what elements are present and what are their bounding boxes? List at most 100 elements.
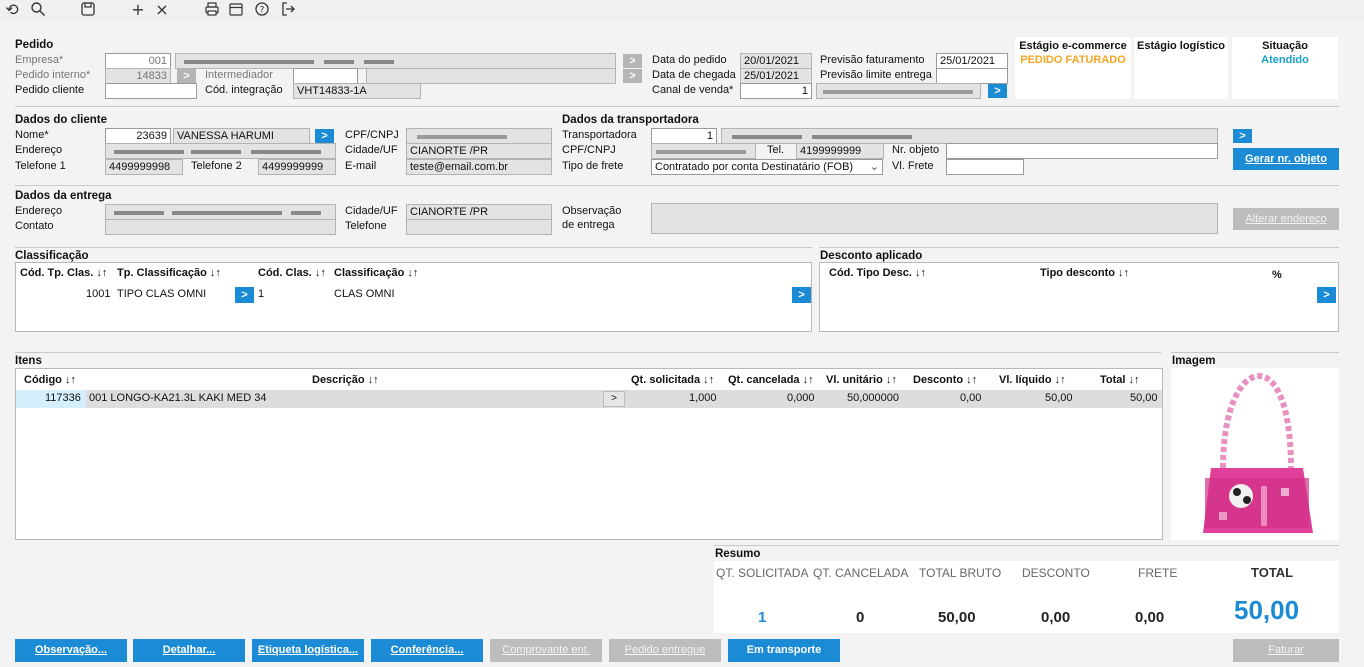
transportadora-go-button[interactable]: >	[1233, 129, 1252, 143]
divider	[1171, 352, 1339, 353]
search-icon[interactable]	[28, 1, 48, 21]
undo-icon[interactable]: ⟲	[2, 1, 22, 21]
cliente-codigo-field[interactable]: 23639	[105, 128, 171, 144]
cell-cod-tp-clas: 1001	[86, 288, 111, 300]
pedido-entregue-button[interactable]: Pedido entregue	[609, 639, 721, 662]
col-qt-solicitada[interactable]: Qt. solicitada ↓↑	[631, 374, 714, 386]
save-icon[interactable]	[78, 1, 98, 21]
col-total[interactable]: Total ↓↑	[1100, 374, 1140, 386]
help-icon[interactable]: ?	[252, 1, 272, 21]
cell-qt-cancelada: 0,000	[787, 392, 815, 404]
cliente-nome-field: VANESSA HARUMI	[173, 128, 310, 144]
conferencia-button[interactable]: Conferência...	[371, 639, 483, 662]
cell-vl-unitario: 50,000000	[847, 392, 899, 404]
exit-icon[interactable]	[278, 1, 298, 21]
vl-frete-field[interactable]	[946, 159, 1024, 175]
col-cod-clas[interactable]: Cód. Clas. ↓↑	[258, 267, 326, 279]
pedido-interno-field[interactable]: 14833	[105, 68, 171, 84]
tel-label: Tel.	[767, 144, 785, 156]
divider	[15, 352, 1161, 353]
col-classificacao[interactable]: Classificação ↓↑	[334, 267, 418, 279]
col-tipo-desconto[interactable]: Tipo desconto ↓↑	[1040, 267, 1129, 279]
nr-objeto-field[interactable]	[946, 143, 1218, 159]
alterar-endereco-button[interactable]: Alterar endereço	[1233, 208, 1339, 230]
transp-tel-field[interactable]: 4199999999	[796, 143, 884, 159]
desconto-value: 0,00	[1041, 609, 1071, 626]
integracao-field[interactable]: VHT14833-1A	[293, 83, 421, 99]
transportadora-field[interactable]: 1	[651, 128, 717, 144]
cliente-cidade-field: CIANORTE /PR	[406, 143, 552, 159]
observacao-label-2: de entrega	[562, 219, 615, 231]
col-descricao[interactable]: Descrição ↓↑	[312, 374, 379, 386]
cell-tp-classificacao: TIPO CLAS OMNI	[117, 288, 207, 300]
cidade-label: Cidade/UF	[345, 144, 398, 156]
interno-go-button[interactable]: >	[177, 69, 196, 83]
entrega-telefone-label: Telefone	[345, 220, 387, 232]
col-qt-cancelada[interactable]: Qt. cancelada ↓↑	[728, 374, 814, 386]
cliente-email-field[interactable]: teste@email.com.br	[406, 159, 552, 175]
close-icon[interactable]: ×	[152, 1, 172, 21]
ecommerce-stage-title: Estágio e-commerce	[1019, 40, 1127, 52]
telefone2-label: Telefone 2	[191, 160, 242, 172]
intermediador-go-button[interactable]: >	[623, 69, 642, 83]
em-transporte-button[interactable]: Em transporte	[728, 639, 840, 662]
classificacao-go-button[interactable]: >	[235, 287, 254, 303]
calendar-icon[interactable]	[226, 1, 246, 21]
col-tp-classificacao[interactable]: Tp. Classificação ↓↑	[117, 267, 221, 279]
col-cod-tipo-desc[interactable]: Cód. Tipo Desc. ↓↑	[829, 267, 926, 279]
telefone1-label: Telefone 1	[15, 160, 66, 172]
col-codigo[interactable]: Código ↓↑	[24, 374, 76, 386]
resumo-box: QT. SOLICITADA QT. CANCELADA TOTAL BRUTO…	[714, 561, 1339, 633]
col-vl-unitario[interactable]: Vl. unitário ↓↑	[826, 374, 897, 386]
etiqueta-logistica-button[interactable]: Etiqueta logística...	[252, 639, 364, 662]
col-percent[interactable]: %	[1272, 269, 1282, 281]
telefone2-field[interactable]: 4499999999	[258, 159, 336, 175]
add-icon[interactable]: +	[128, 1, 148, 21]
data-pedido-label: Data do pedido	[652, 54, 727, 66]
observacao-button[interactable]: Observação...	[15, 639, 127, 662]
cliente-go-button[interactable]: >	[315, 129, 334, 143]
intermediador-code-field[interactable]	[293, 68, 358, 84]
empresa-name-field	[175, 53, 616, 69]
table-row[interactable]: 117336 001 LONGO-KA21.3L KAKI MED 34 > 1…	[16, 390, 1162, 408]
product-image	[1171, 368, 1339, 540]
col-desconto[interactable]: Desconto ↓↑	[913, 374, 977, 386]
itens-title: Itens	[15, 355, 42, 367]
svg-text:?: ?	[260, 6, 265, 16]
endereco-label: Endereço	[15, 144, 63, 156]
prev-limite-field[interactable]	[936, 68, 1008, 84]
data-pedido-field[interactable]: 20/01/2021	[740, 53, 812, 69]
canal-field[interactable]: 1	[740, 83, 812, 99]
desconto-go-button[interactable]: >	[1317, 287, 1336, 303]
empresa-go-button[interactable]: >	[623, 54, 642, 68]
detalhar-button[interactable]: Detalhar...	[133, 639, 245, 662]
tipo-frete-value: Contratado por conta Destinatário (FOB)	[655, 161, 854, 173]
classificacao-row-go-button[interactable]: >	[792, 287, 811, 303]
qt-solicitada-label: QT. SOLICITADA	[716, 566, 809, 580]
divider	[15, 185, 1339, 186]
pedido-cliente-field[interactable]	[105, 83, 197, 99]
transportadora-label: Transportadora	[562, 129, 637, 141]
tipo-frete-select[interactable]: Contratado por conta Destinatário (FOB) ⌄	[651, 159, 883, 175]
print-icon[interactable]	[202, 1, 222, 21]
tipo-frete-label: Tipo de frete	[562, 160, 624, 172]
item-go-button[interactable]: >	[603, 391, 625, 407]
telefone1-field[interactable]: 4499999998	[105, 159, 183, 175]
comprovante-button[interactable]: Comprovante ent.	[490, 639, 602, 662]
desconto-label: DESCONTO	[1022, 566, 1090, 580]
observacao-label: Observação	[562, 205, 622, 217]
empresa-field[interactable]: 001	[105, 53, 171, 69]
gerar-objeto-button[interactable]: Gerar nr. objeto	[1233, 148, 1339, 170]
ecommerce-stage-box: Estágio e-commerce PEDIDO FATURADO	[1015, 37, 1131, 99]
cliente-title: Dados do cliente	[15, 114, 108, 126]
toolbar: ⟲ + × ?	[0, 0, 1364, 22]
faturar-button[interactable]: Faturar	[1233, 639, 1339, 662]
prev-faturamento-field[interactable]: 25/01/2021	[936, 53, 1008, 69]
col-vl-liquido[interactable]: Vl. líquido ↓↑	[999, 374, 1066, 386]
data-chegada-field[interactable]: 25/01/2021	[740, 68, 812, 84]
intermediador-label: Intermediador	[205, 69, 273, 81]
canal-go-button[interactable]: >	[988, 84, 1007, 98]
observacao-entrega-field[interactable]	[651, 203, 1218, 234]
pedido-cliente-label: Pedido cliente	[15, 84, 85, 96]
col-cod-tp-clas[interactable]: Cód. Tp. Clas. ↓↑	[20, 267, 107, 279]
